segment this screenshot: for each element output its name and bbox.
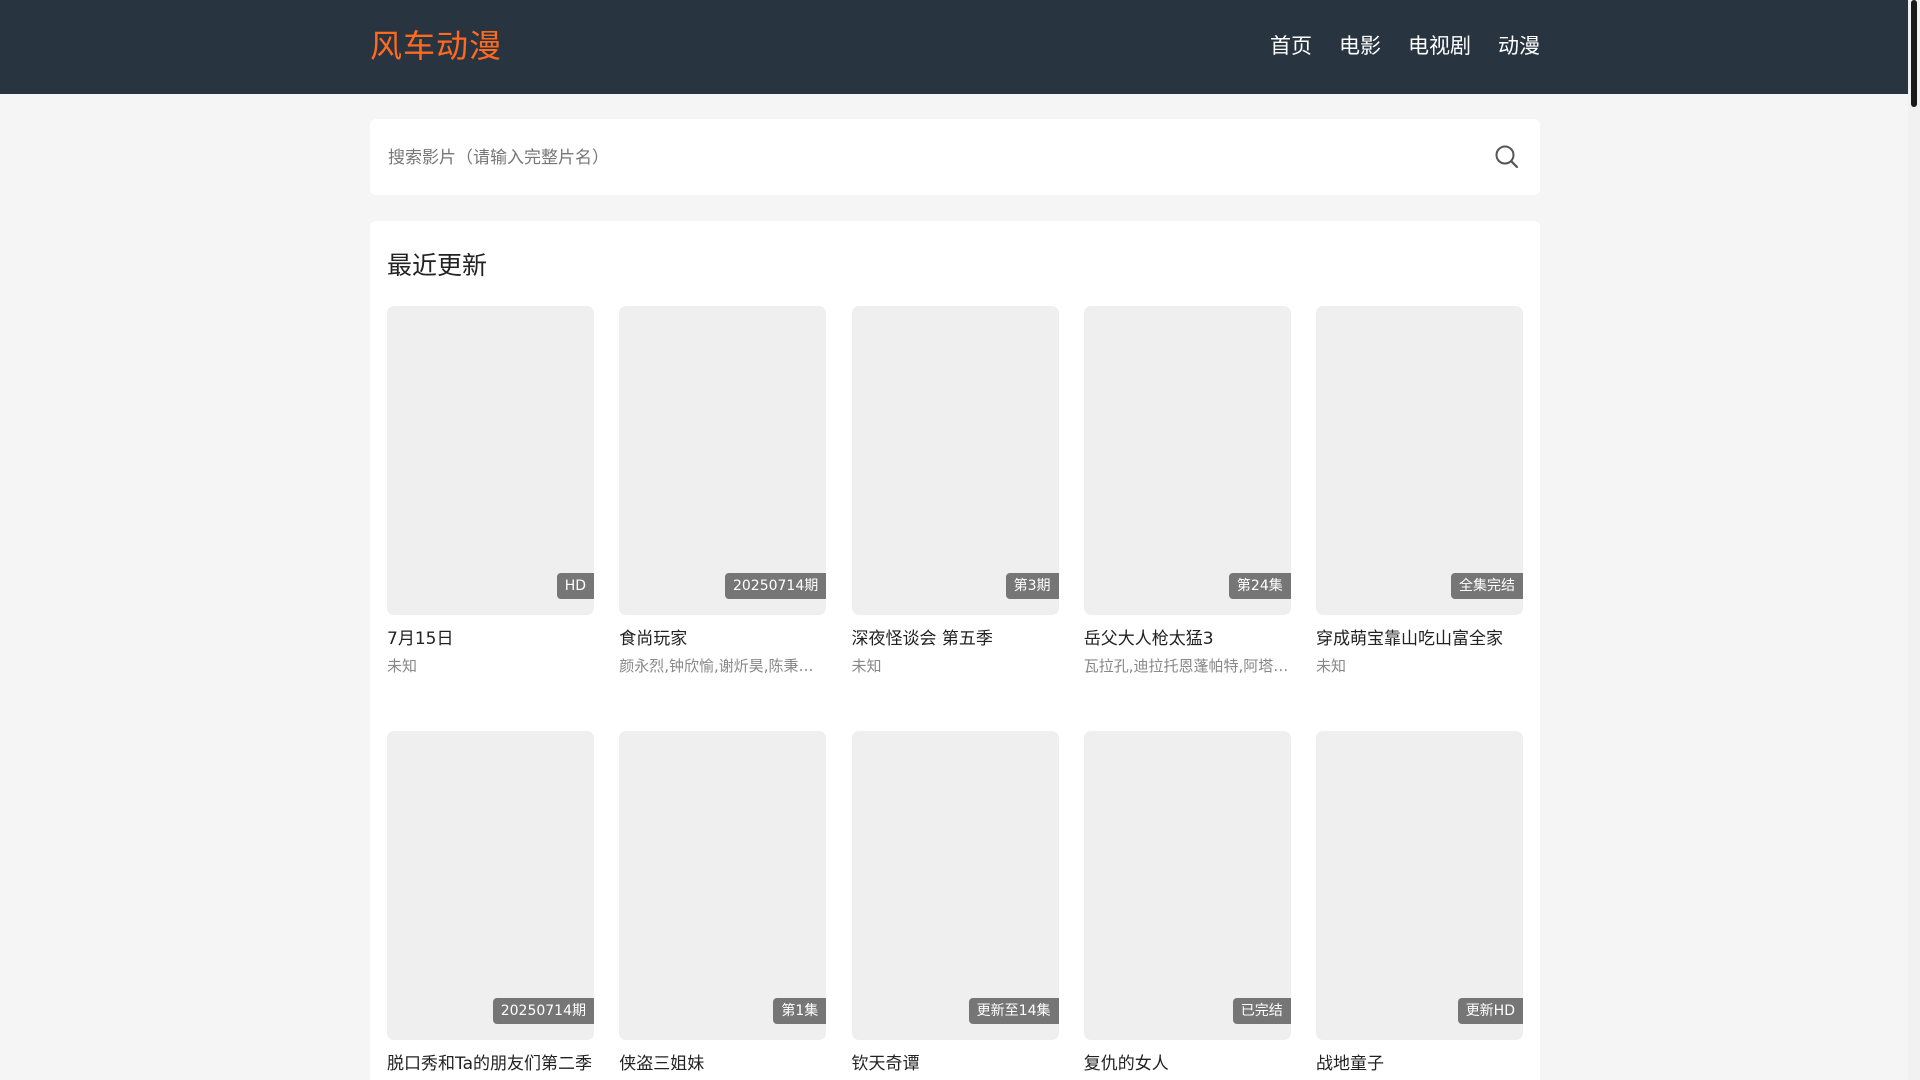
video-title[interactable]: 深夜怪谈会 第五季 — [852, 627, 1059, 651]
video-poster[interactable]: 20250714期 — [387, 731, 594, 1040]
episode-badge: HD — [556, 573, 594, 599]
top-header: 风车动漫 首页 电影 电视剧 动漫 — [0, 0, 1908, 94]
video-cast: 颜永烈,钟欣愉,谢炘昊,陈秉… — [619, 657, 814, 675]
video-poster[interactable]: 全集完结 — [1316, 306, 1523, 615]
video-title[interactable]: 穿成萌宝靠山吃山富全家 — [1316, 627, 1523, 651]
video-poster[interactable]: 第24集 — [1083, 306, 1291, 615]
video-card[interactable]: HD 7月15日 未知 — [387, 306, 594, 677]
episode-badge: 20250714期 — [492, 998, 594, 1024]
episode-badge: 第1集 — [773, 998, 827, 1024]
video-poster[interactable]: 20250714期 — [619, 306, 827, 615]
video-card[interactable]: 更新至14集 钦天奇谭 — [851, 731, 1059, 1080]
search-icon — [1495, 145, 1519, 169]
video-title[interactable]: 食尚玩家 — [619, 627, 826, 651]
video-poster[interactable]: 更新至14集 — [851, 731, 1059, 1040]
video-poster[interactable]: 第3期 — [851, 306, 1059, 615]
main-nav: 首页 电影 电视剧 动漫 — [1270, 30, 1540, 62]
video-title[interactable]: 钦天奇谭 — [852, 1052, 1059, 1076]
video-grid: HD 7月15日 未知 20250714期 食尚玩家 颜永烈,钟欣愉,谢炘昊,陈… — [387, 306, 1523, 1080]
episode-badge: 更新HD — [1457, 998, 1523, 1024]
video-card[interactable]: 全集完结 穿成萌宝靠山吃山富全家 未知 — [1316, 306, 1523, 677]
video-title[interactable]: 脱口秀和Ta的朋友们第二季 — [387, 1052, 594, 1076]
episode-badge: 20250714期 — [724, 573, 827, 599]
video-card[interactable]: 第3期 深夜怪谈会 第五季 未知 — [851, 306, 1059, 677]
video-cast: 未知 — [1316, 657, 1347, 675]
video-cast: 未知 — [851, 657, 882, 675]
video-title[interactable]: 复仇的女人 — [1084, 1052, 1291, 1076]
nav-tv-series[interactable]: 电视剧 — [1408, 30, 1471, 62]
video-card[interactable]: 已完结 复仇的女人 — [1083, 731, 1291, 1080]
video-cast: 未知 — [387, 657, 418, 675]
site-logo[interactable]: 风车动漫 — [370, 24, 502, 68]
video-title[interactable]: 侠盗三姐妹 — [619, 1052, 826, 1076]
video-cast: 瓦拉孔,迪拉托恩蓬帕特,阿塔… — [1083, 657, 1289, 675]
search-input[interactable] — [386, 137, 1450, 179]
video-poster[interactable]: HD — [387, 306, 594, 615]
video-card[interactable]: 更新HD 战地童子 — [1316, 731, 1523, 1080]
nav-movies[interactable]: 电影 — [1339, 30, 1381, 62]
episode-badge: 全集完结 — [1451, 573, 1523, 599]
video-poster[interactable]: 第1集 — [619, 731, 827, 1040]
video-poster[interactable]: 已完结 — [1083, 731, 1291, 1040]
episode-badge: 第3期 — [1005, 573, 1059, 599]
recent-updates-panel: 最近更新 HD 7月15日 未知 20250714期 食尚玩家 颜永烈,钟欣愉,… — [370, 221, 1540, 1080]
video-title[interactable]: 战地童子 — [1316, 1052, 1523, 1076]
episode-badge: 已完结 — [1232, 998, 1291, 1024]
video-card[interactable]: 第1集 侠盗三姐妹 — [619, 731, 827, 1080]
nav-home[interactable]: 首页 — [1270, 30, 1312, 62]
video-card[interactable]: 20250714期 食尚玩家 颜永烈,钟欣愉,谢炘昊,陈秉… — [619, 306, 827, 677]
episode-badge: 更新至14集 — [968, 998, 1059, 1024]
scrollbar-thumb[interactable] — [1911, 0, 1917, 107]
search-bar — [370, 119, 1540, 195]
video-poster[interactable]: 更新HD — [1316, 731, 1523, 1040]
video-title[interactable]: 7月15日 — [387, 627, 594, 651]
nav-anime[interactable]: 动漫 — [1498, 30, 1540, 62]
search-button[interactable] — [1492, 142, 1522, 172]
section-title: 最近更新 — [387, 251, 488, 280]
page: 风车动漫 首页 电影 电视剧 动漫 最近更新 HD 7月15日 — [0, 0, 1920, 1080]
video-card[interactable]: 第24集 岳父大人枪太猛3 瓦拉孔,迪拉托恩蓬帕特,阿塔… — [1083, 306, 1291, 677]
page-scrollbar[interactable] — [1908, 0, 1920, 1080]
video-title[interactable]: 岳父大人枪太猛3 — [1084, 627, 1291, 651]
video-card[interactable]: 20250714期 脱口秀和Ta的朋友们第二季 — [387, 731, 594, 1080]
episode-badge: 第24集 — [1228, 573, 1291, 599]
